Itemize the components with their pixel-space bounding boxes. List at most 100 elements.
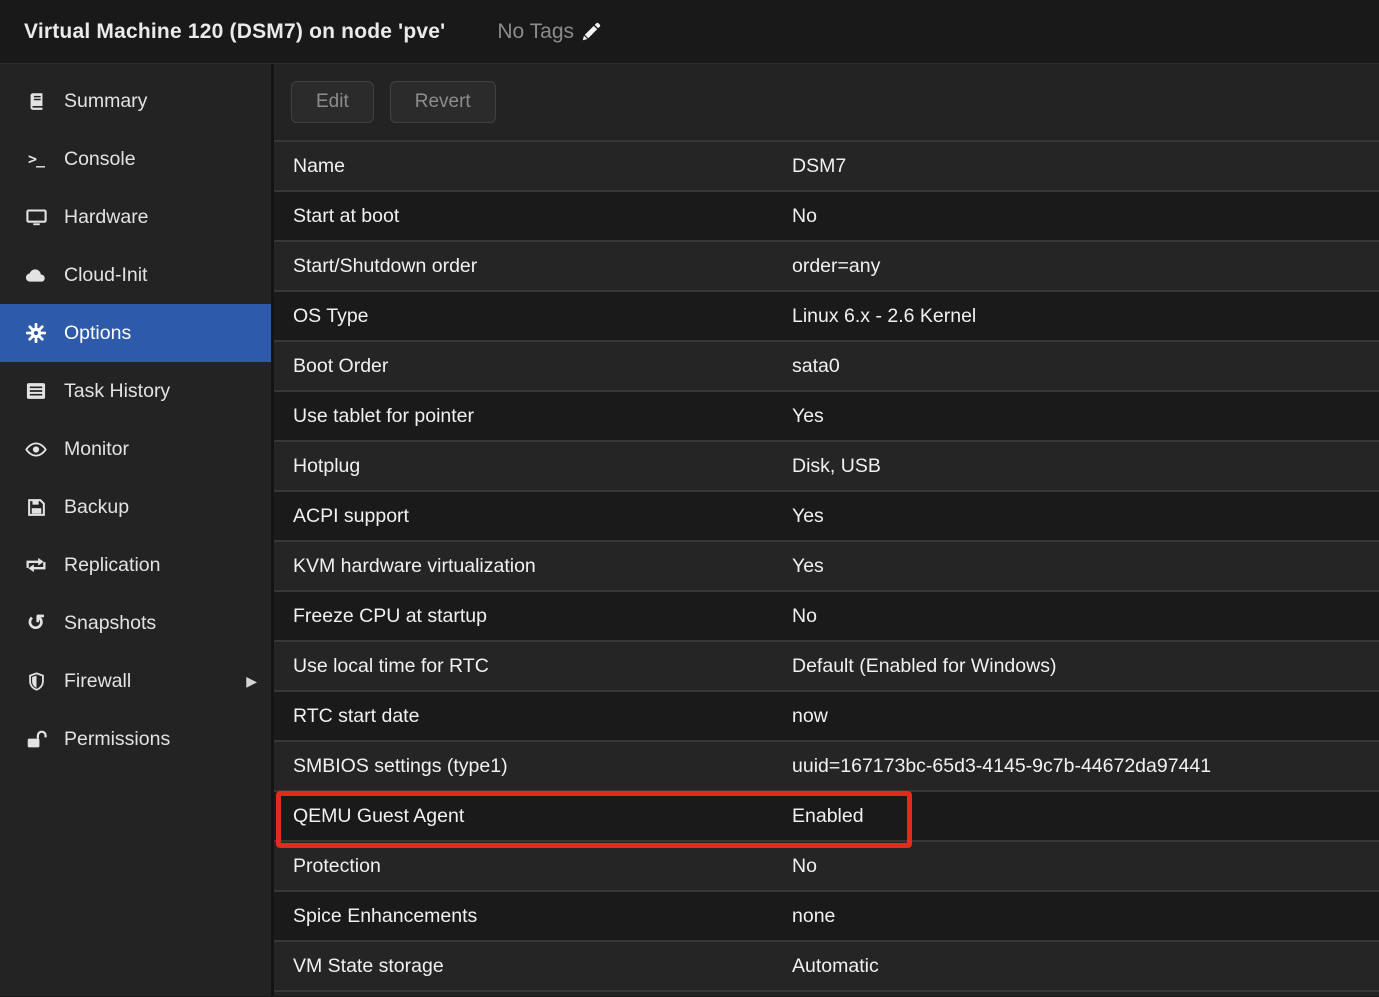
option-row-spice-enhancements[interactable]: Spice Enhancementsnone — [274, 890, 1379, 940]
desktop-icon — [22, 208, 50, 227]
option-row-os-type[interactable]: OS TypeLinux 6.x - 2.6 Kernel — [274, 290, 1379, 340]
option-row-start-shutdown-order[interactable]: Start/Shutdown orderorder=any — [274, 240, 1379, 290]
history-icon: ↺ — [22, 612, 50, 634]
no-tags-label: No Tags — [497, 20, 574, 44]
gear-icon — [22, 323, 50, 343]
option-row-use-local-time-for-rtc[interactable]: Use local time for RTCDefault (Enabled f… — [274, 640, 1379, 690]
proxmox-vm-options-screen: Virtual Machine 120 (DSM7) on node 'pve'… — [0, 0, 1379, 997]
option-value: Enabled — [792, 805, 864, 828]
sidebar-item-label: Backup — [64, 496, 129, 519]
option-value: Yes — [792, 405, 824, 428]
option-label: Boot Order — [293, 355, 792, 378]
floppy-icon — [22, 498, 50, 517]
revert-button[interactable]: Revert — [390, 81, 496, 123]
option-value: none — [792, 905, 835, 928]
sidebar-item-firewall[interactable]: Firewall ▶ — [0, 652, 271, 710]
sidebar-item-permissions[interactable]: Permissions — [0, 710, 271, 768]
options-toolbar: Edit Revert — [274, 64, 1379, 140]
option-value: Default (Enabled for Windows) — [792, 655, 1056, 678]
option-label: Protection — [293, 855, 792, 878]
sidebar-item-label: Task History — [64, 380, 170, 403]
option-label: VM State storage — [293, 955, 792, 978]
option-row-rtc-start-date[interactable]: RTC start datenow — [274, 690, 1379, 740]
sidebar-item-backup[interactable]: Backup — [0, 478, 271, 536]
option-row-qemu-guest-agent[interactable]: QEMU Guest AgentEnabled — [274, 790, 1379, 840]
options-panel: Edit Revert NameDSM7Start at bootNoStart… — [274, 64, 1379, 996]
sidebar-item-label: Firewall — [64, 670, 131, 693]
sidebar-item-cloud-init[interactable]: Cloud-Init — [0, 246, 271, 304]
list-icon — [22, 382, 50, 400]
option-label: OS Type — [293, 305, 792, 328]
sidebar-item-console[interactable]: >_ Console — [0, 130, 271, 188]
sidebar-item-hardware[interactable]: Hardware — [0, 188, 271, 246]
option-value: Yes — [792, 555, 824, 578]
option-value: Automatic — [792, 955, 879, 978]
option-value: Linux 6.x - 2.6 Kernel — [792, 305, 976, 328]
edit-button[interactable]: Edit — [291, 81, 374, 123]
option-row-hotplug[interactable]: HotplugDisk, USB — [274, 440, 1379, 490]
option-row-vm-state-storage[interactable]: VM State storageAutomatic — [274, 940, 1379, 990]
option-value: No — [792, 205, 817, 228]
option-value: now — [792, 705, 828, 728]
options-table: NameDSM7Start at bootNoStart/Shutdown or… — [274, 140, 1379, 992]
sidebar-item-replication[interactable]: Replication — [0, 536, 271, 594]
option-row-boot-order[interactable]: Boot Ordersata0 — [274, 340, 1379, 390]
option-label: SMBIOS settings (type1) — [293, 755, 792, 778]
option-label: Use tablet for pointer — [293, 405, 792, 428]
option-value: DSM7 — [792, 155, 846, 178]
option-value: No — [792, 605, 817, 628]
vm-sidebar: Summary >_ Console Hardware Cloud-Init Option… — [0, 64, 274, 996]
unlock-icon — [22, 730, 50, 749]
page-header: Virtual Machine 120 (DSM7) on node 'pve'… — [0, 0, 1379, 64]
sidebar-item-label: Monitor — [64, 438, 129, 461]
terminal-icon: >_ — [22, 150, 50, 168]
option-label: Hotplug — [293, 455, 792, 478]
sidebar-item-summary[interactable]: Summary — [0, 72, 271, 130]
option-row-start-at-boot[interactable]: Start at bootNo — [274, 190, 1379, 240]
sidebar-item-label: Options — [64, 322, 131, 345]
option-value: sata0 — [792, 355, 840, 378]
option-value: Yes — [792, 505, 824, 528]
retweet-icon — [22, 557, 50, 573]
cloud-icon — [22, 268, 50, 283]
option-label: ACPI support — [293, 505, 792, 528]
shield-icon — [22, 672, 50, 691]
option-row-protection[interactable]: ProtectionNo — [274, 840, 1379, 890]
sidebar-item-label: Snapshots — [64, 612, 156, 635]
sidebar-item-label: Summary — [64, 90, 147, 113]
chevron-right-icon: ▶ — [246, 673, 257, 690]
option-value: uuid=167173bc-65d3-4145-9c7b-44672da9744… — [792, 755, 1211, 778]
option-row-use-tablet-for-pointer[interactable]: Use tablet for pointerYes — [274, 390, 1379, 440]
sidebar-item-label: Cloud-Init — [64, 264, 147, 287]
sidebar-item-snapshots[interactable]: ↺ Snapshots — [0, 594, 271, 652]
option-label: Start at boot — [293, 205, 792, 228]
option-label: Name — [293, 155, 792, 178]
book-icon — [22, 92, 50, 111]
option-label: QEMU Guest Agent — [293, 805, 792, 828]
page-title: Virtual Machine 120 (DSM7) on node 'pve' — [24, 20, 445, 44]
sidebar-item-options[interactable]: Options — [0, 304, 271, 362]
sidebar-item-label: Hardware — [64, 206, 149, 229]
option-label: RTC start date — [293, 705, 792, 728]
sidebar-item-label: Replication — [64, 554, 160, 577]
sidebar-item-monitor[interactable]: Monitor — [0, 420, 271, 478]
option-row-acpi-support[interactable]: ACPI supportYes — [274, 490, 1379, 540]
option-label: Freeze CPU at startup — [293, 605, 792, 628]
option-row-kvm-hardware-virtualization[interactable]: KVM hardware virtualizationYes — [274, 540, 1379, 590]
option-row-freeze-cpu-at-startup[interactable]: Freeze CPU at startupNo — [274, 590, 1379, 640]
option-label: Use local time for RTC — [293, 655, 792, 678]
pencil-icon — [580, 21, 602, 43]
tags-control[interactable]: No Tags — [497, 20, 602, 44]
option-value: No — [792, 855, 817, 878]
option-row-name[interactable]: NameDSM7 — [274, 140, 1379, 190]
sidebar-item-task-history[interactable]: Task History — [0, 362, 271, 420]
option-value: Disk, USB — [792, 455, 881, 478]
option-value: order=any — [792, 255, 880, 278]
option-label: Start/Shutdown order — [293, 255, 792, 278]
option-row-smbios-settings-type1[interactable]: SMBIOS settings (type1)uuid=167173bc-65d… — [274, 740, 1379, 790]
sidebar-item-label: Console — [64, 148, 136, 171]
option-label: Spice Enhancements — [293, 905, 792, 928]
option-label: KVM hardware virtualization — [293, 555, 792, 578]
sidebar-item-label: Permissions — [64, 728, 170, 751]
page-body: Summary >_ Console Hardware Cloud-Init Option… — [0, 64, 1379, 996]
